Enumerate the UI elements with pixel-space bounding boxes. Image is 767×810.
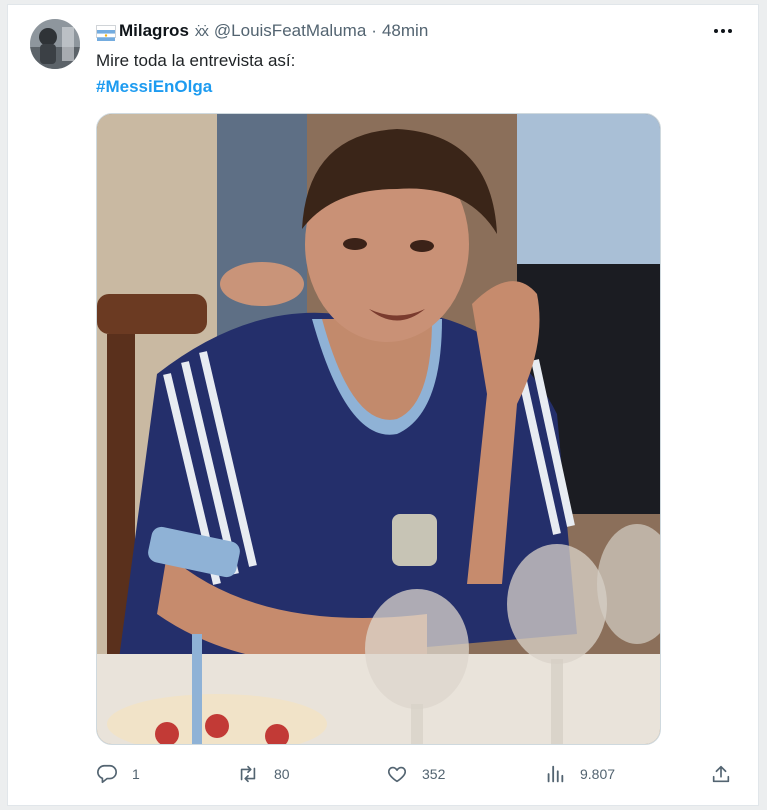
heart-icon — [388, 766, 406, 783]
tweet-card[interactable]: Milagros ẋẋ @LouisFeatMaluma · 48min Mir… — [7, 4, 759, 806]
reply-button[interactable]: 1 — [96, 762, 140, 786]
reply-count: 1 — [132, 766, 140, 782]
avatar-image — [30, 19, 80, 69]
like-count: 352 — [422, 766, 446, 782]
argentina-flag-icon — [96, 24, 116, 41]
display-name[interactable]: Milagros — [119, 21, 189, 41]
tweet-header: Milagros ẋẋ @LouisFeatMaluma · 48min — [96, 19, 428, 43]
analytics-icon — [547, 765, 564, 783]
separator-dot: · — [371, 21, 377, 40]
user-handle[interactable]: @LouisFeatMaluma — [214, 21, 366, 41]
share-button[interactable] — [710, 762, 746, 786]
views-count: 9.807 — [580, 766, 616, 782]
reply-icon — [97, 764, 117, 784]
tweet-actions: 1 80 352 9.807 — [96, 762, 730, 786]
retweet-count: 80 — [274, 766, 290, 782]
hashtag-link[interactable]: #MessiEnOlga — [96, 77, 212, 97]
more-options-button[interactable] — [710, 19, 736, 43]
like-button[interactable]: 352 — [386, 762, 445, 786]
retweet-icon — [240, 765, 256, 783]
views-button[interactable]: 9.807 — [544, 762, 615, 786]
avatar[interactable] — [30, 19, 80, 69]
retweet-button[interactable]: 80 — [236, 762, 290, 786]
tweet-photo[interactable] — [96, 113, 661, 745]
more-horizontal-icon — [714, 29, 732, 33]
tweet-text: Mire toda la entrevista así: — [96, 51, 296, 70]
tweet-timestamp[interactable]: 48min — [382, 21, 428, 41]
share-icon — [712, 765, 730, 783]
photo-image — [97, 114, 660, 744]
name-suffix: ẋẋ — [194, 22, 209, 40]
